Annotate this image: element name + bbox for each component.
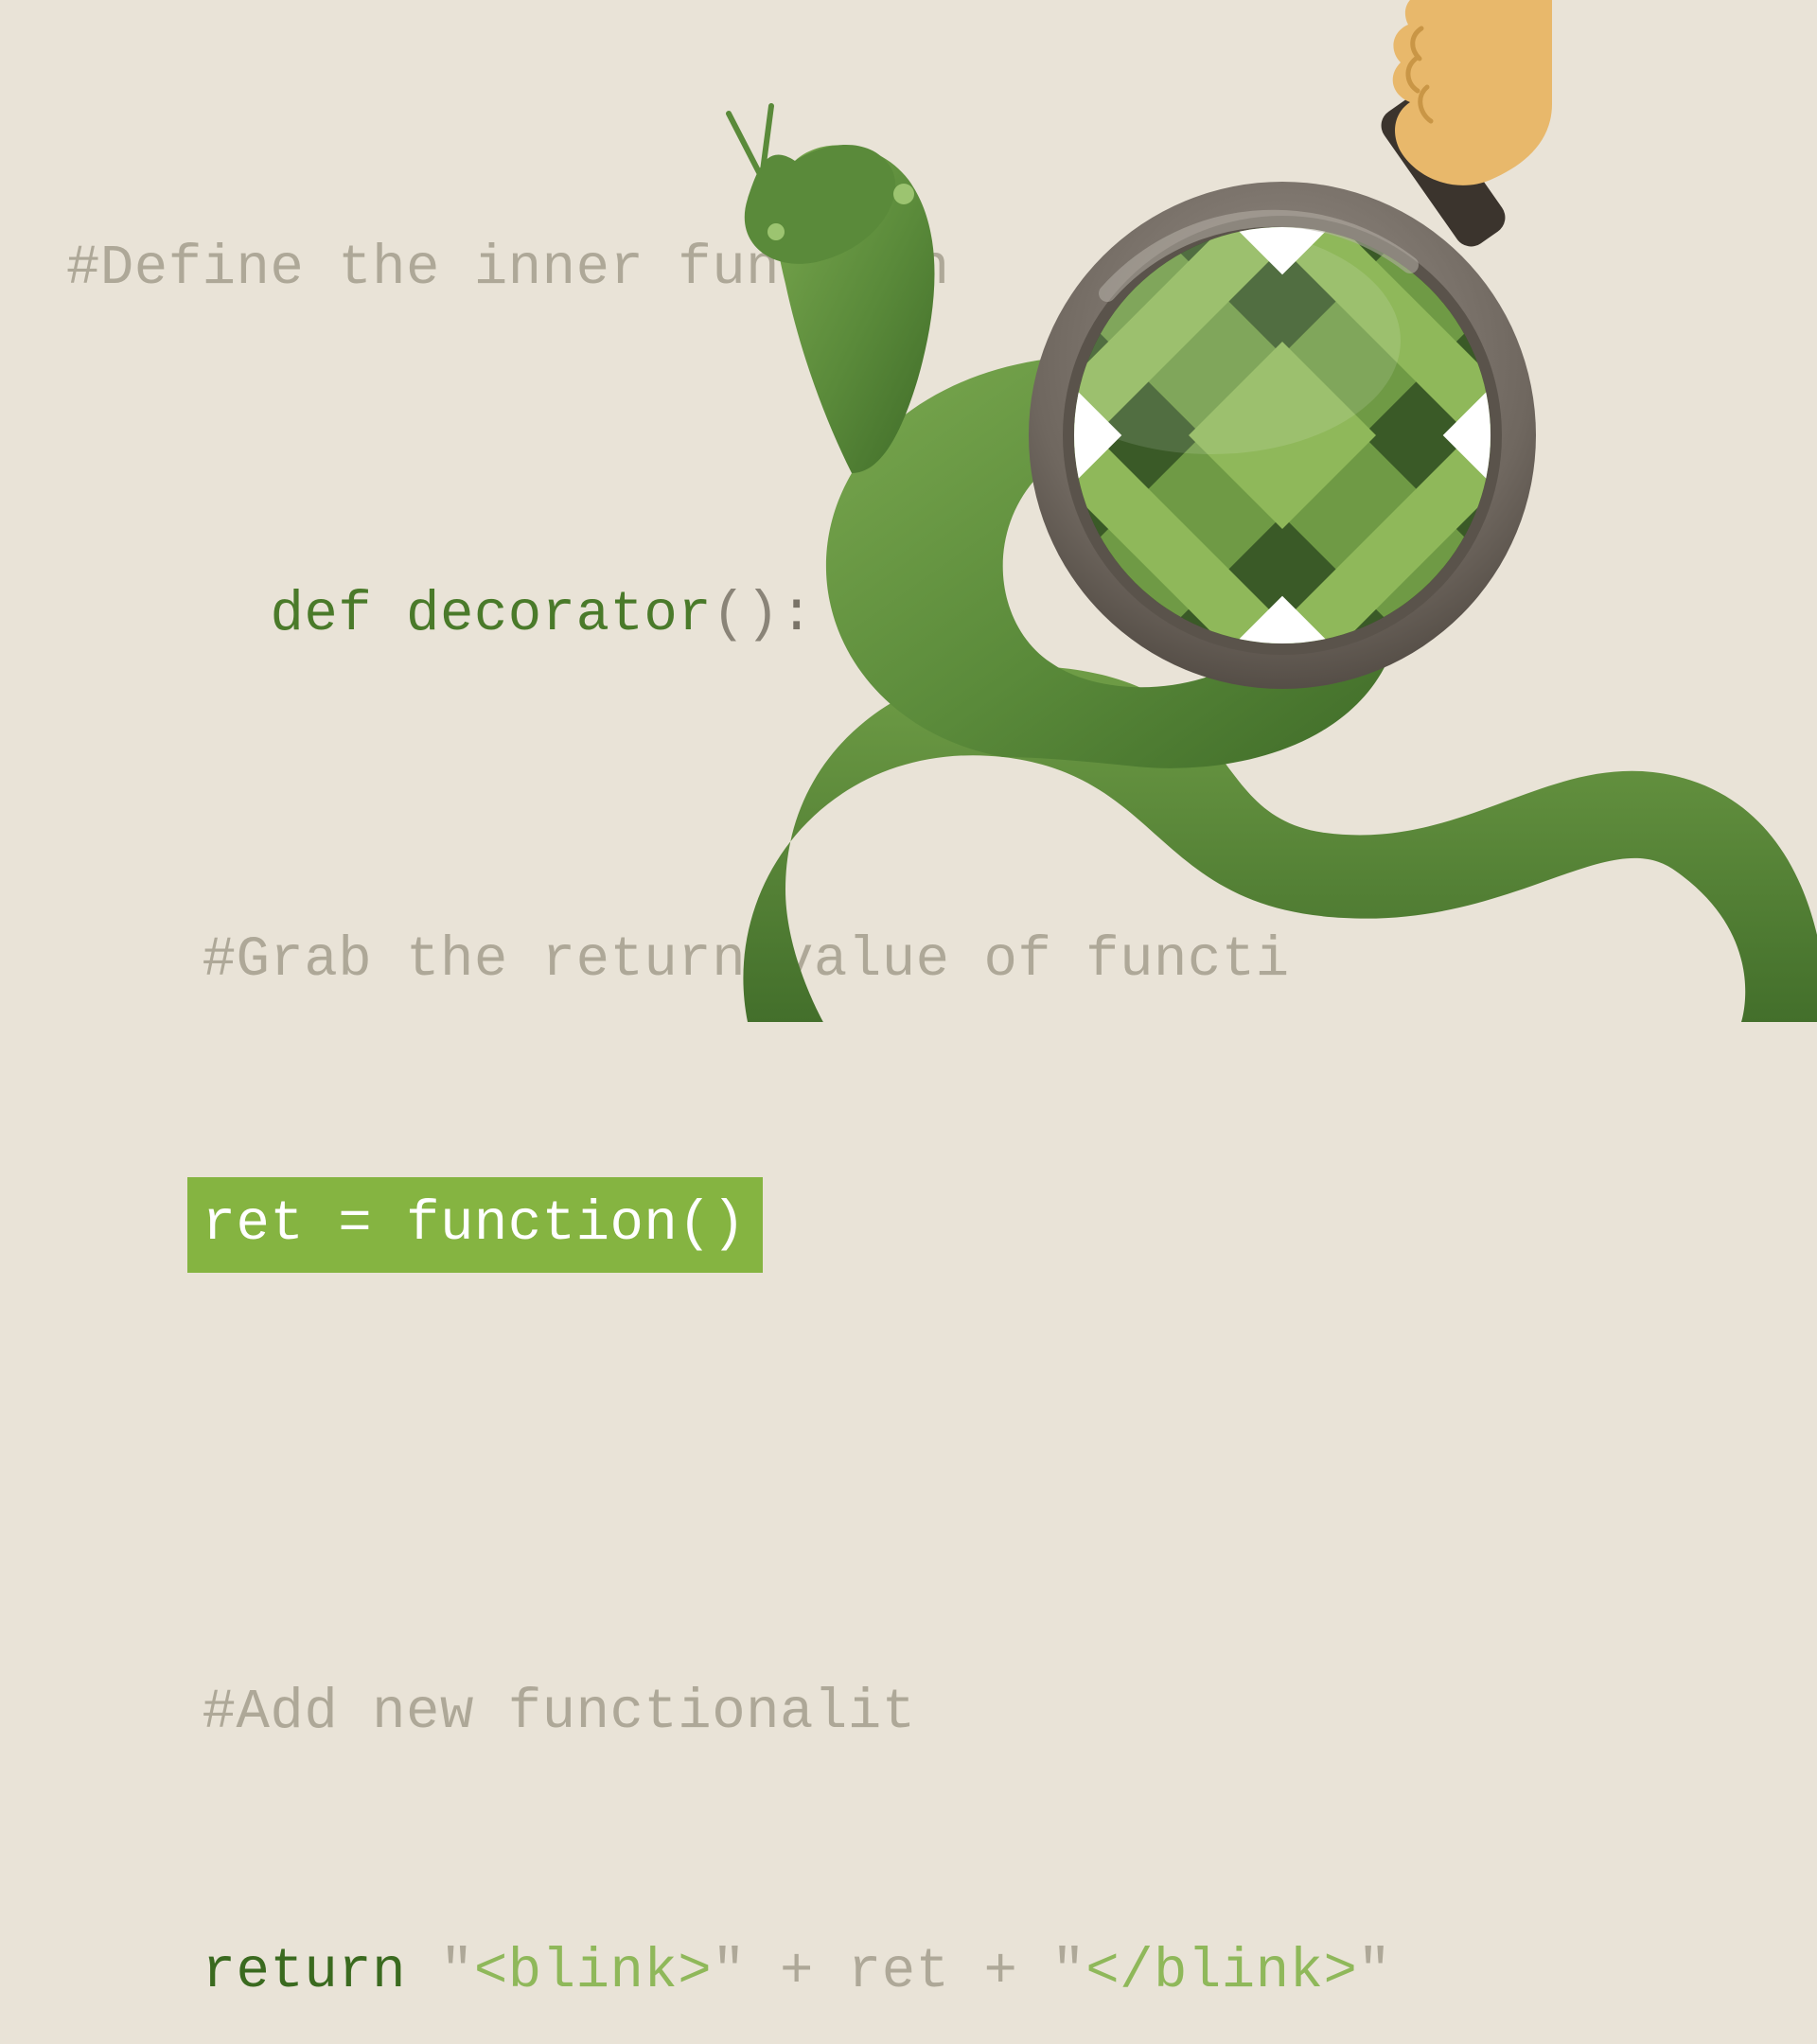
code-colon: :	[780, 583, 814, 646]
code-comment-line3: #Grab the return value of functi	[203, 928, 1290, 992]
code-block: #Define the inner function def decorator…	[66, 52, 1391, 2044]
code-comment-line1: #Define the inner function	[66, 237, 950, 300]
code-indent	[66, 928, 203, 992]
code-identifier-ret: ret	[848, 1940, 950, 2003]
code-indent	[66, 1681, 203, 1744]
code-highlighted-line: ret = function()	[187, 1177, 764, 1273]
code-parens: ()	[712, 583, 780, 646]
magnifier-handle	[1374, 90, 1511, 254]
code-indent	[66, 1192, 203, 1256]
hand-icon	[1393, 0, 1552, 185]
code-blink-close-tag: </blink>	[1085, 1940, 1357, 2003]
code-comment-line5: #Add new functionalit	[203, 1681, 916, 1744]
code-blink-open-tag: <blink>	[474, 1940, 712, 2003]
code-indent	[66, 1940, 203, 2003]
code-function-name: decorator	[372, 583, 712, 646]
code-keyword-def: def	[270, 583, 372, 646]
code-keyword-return: return	[203, 1940, 406, 2003]
